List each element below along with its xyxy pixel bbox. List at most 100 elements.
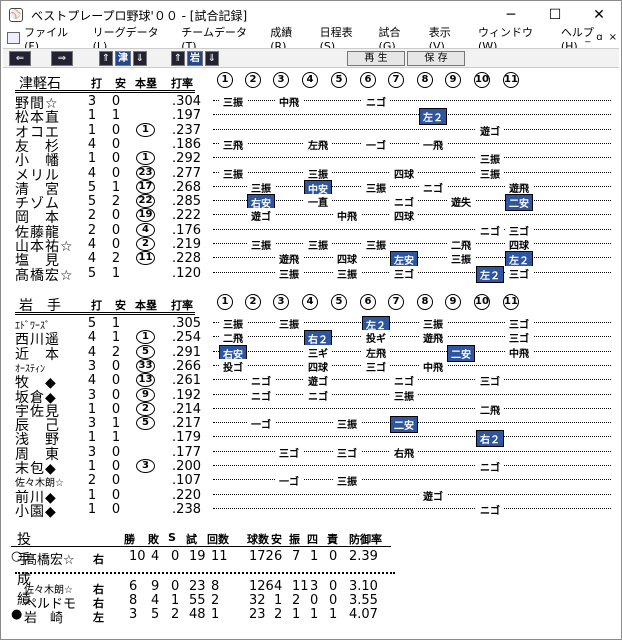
team2-tab[interactable]: 岩 — [187, 51, 203, 66]
at-bat-result[interactable]: 三振 — [419, 316, 447, 331]
pitcher-row[interactable]: ○ 髙橋宏☆ 右 10 4 0 19 11 172 6 7 1 0 2.39 — [11, 549, 611, 568]
at-bat-result[interactable]: 三振 — [219, 94, 247, 109]
batter-row[interactable]: 野間☆ 3 0.304 三振 中飛 ニゴ — [11, 94, 611, 112]
batter-row[interactable]: 西川遥 4 1 1.254 二飛 右２ 投ギ 遊飛 三ゴ — [11, 330, 611, 348]
at-bat-result[interactable]: 左飛 — [304, 136, 332, 152]
at-bat-result[interactable]: ニゴ — [476, 501, 504, 517]
at-bat-result[interactable]: 一直 — [304, 194, 332, 210]
at-bat-result[interactable]: 中飛 — [505, 344, 533, 360]
at-bat-result[interactable]: 右飛 — [390, 444, 418, 460]
at-bat-result[interactable]: 遊飛 — [505, 179, 533, 195]
at-bat-result[interactable]: 遊飛 — [419, 330, 447, 346]
at-bat-result[interactable]: 三ゴ — [275, 444, 303, 460]
at-bat-result[interactable]: 二飛 — [219, 330, 247, 346]
at-bat-result[interactable]: 三振 — [447, 251, 475, 267]
at-bat-result[interactable]: 四球 — [304, 358, 332, 374]
at-bat-result[interactable]: ニゴ — [390, 373, 418, 389]
batter-row[interactable]: メリル 4 0 23.277 三振 三振 四球 三振 — [11, 165, 611, 184]
at-bat-result[interactable]: ニゴ — [419, 179, 447, 195]
at-bat-result[interactable]: 三ゴ — [476, 373, 504, 389]
batter-row[interactable]: 牧 ◆ 4 0 13.261 ニゴ 遊ゴ ニゴ 三ゴ — [11, 373, 611, 391]
at-bat-result[interactable]: 中飛 — [275, 94, 303, 109]
mdi-close-button[interactable]: × — [609, 29, 617, 47]
at-bat-result[interactable]: 三ゴ — [505, 222, 533, 238]
team1-tab[interactable]: 津 — [115, 51, 131, 66]
at-bat-result[interactable]: 三振 — [275, 265, 303, 281]
at-bat-result[interactable]: 三振 — [275, 316, 303, 331]
at-bat-result[interactable]: 三ゴ — [505, 265, 533, 281]
batter-row[interactable]: 佐藤龍 2 0 4.176 ニゴ 三ゴ — [11, 222, 611, 241]
at-bat-result[interactable]: ニゴ — [476, 459, 504, 474]
at-bat-result[interactable]: 三振 — [333, 416, 361, 432]
batter-row[interactable]: チゾム 5 2 22.285 右安 一直 ニゴ 遊失 二安 — [11, 194, 611, 212]
batter-row[interactable]: 辰 己 3 1 5.217 一ゴ 三振 二安 — [11, 416, 611, 434]
at-bat-result[interactable]: 三ギ — [304, 344, 332, 360]
at-bat-result[interactable]: 三振 — [219, 316, 247, 331]
at-bat-result[interactable]: 二飛 — [476, 401, 504, 417]
at-bat-result[interactable]: ニゴ — [247, 373, 275, 389]
batter-row[interactable]: 近 本 4 2 5.291 右安 三ギ 左飛 二安 中飛 — [11, 344, 611, 363]
mdi-restore-button[interactable]: ɑ — [596, 29, 602, 47]
at-bat-result[interactable]: 三振 — [476, 151, 504, 167]
at-bat-result[interactable]: 三振 — [362, 237, 390, 252]
team2-down-button[interactable]: ⇓ — [205, 51, 219, 66]
at-bat-result[interactable]: 三振 — [362, 179, 390, 195]
play-button[interactable]: 再 生 — [347, 51, 405, 66]
pitcher-row[interactable]: ● 岩 崎左 3 5 2 48 1 23 2 1 1 1 4.07 — [11, 607, 611, 626]
batter-row[interactable]: オコエ 1 0 1.237 遊ゴ — [11, 122, 611, 141]
at-bat-result[interactable]: ニゴ — [247, 387, 275, 403]
batter-row[interactable]: 浅 野 1 1.179 右２ — [11, 430, 611, 448]
at-bat-result[interactable]: 中飛 — [419, 358, 447, 374]
at-bat-result[interactable]: 遊ゴ — [304, 373, 332, 389]
at-bat-result[interactable]: 四球 — [390, 208, 418, 224]
batter-row[interactable]: 小園◆ 1 0 .238 ニゴ — [11, 501, 611, 520]
batter-row[interactable]: 髙橋宏☆ 5 1.120 三振 三振 三ゴ 左２ 三ゴ — [11, 265, 611, 284]
batter-row[interactable]: ｵｰｽﾃｨﾝ 3 0 33.266 投ゴ 四球 三ゴ 中飛 — [11, 358, 611, 375]
at-bat-result[interactable]: ニゴ — [390, 194, 418, 210]
at-bat-result[interactable]: 一ゴ — [275, 473, 303, 489]
at-bat-result[interactable]: 四球 — [333, 251, 361, 267]
batter-row[interactable]: 清 宮 5 1 17.268 三振 中安 三振 ニゴ 遊飛 — [11, 179, 611, 198]
at-bat-result[interactable]: 四球 — [505, 237, 533, 252]
team2-up-button[interactable]: ⇑ — [171, 51, 185, 66]
document-icon[interactable] — [7, 32, 21, 44]
batter-row[interactable]: 山本祐☆ 4 0 2.219 三振 三振 三振 二飛 四球 — [11, 237, 611, 255]
batter-row[interactable]: 小 幡 1 0 1.292 三振 — [11, 151, 611, 169]
at-bat-result[interactable]: 三飛 — [219, 136, 247, 152]
at-bat-result[interactable]: 一ゴ — [247, 416, 275, 432]
at-bat-result[interactable]: 投ギ — [362, 330, 390, 346]
at-bat-result[interactable]: 四球 — [390, 165, 418, 181]
team1-down-button[interactable]: ⇓ — [133, 51, 147, 66]
at-bat-result[interactable]: 左飛 — [362, 344, 390, 360]
at-bat-result[interactable]: ニゴ — [304, 387, 332, 403]
at-bat-result[interactable]: 三振 — [304, 237, 332, 252]
save-button[interactable]: 保 存 — [407, 51, 465, 66]
batter-row[interactable]: 松本直 1 1.197 左２ — [11, 108, 611, 126]
at-bat-result[interactable]: 二飛 — [447, 237, 475, 252]
at-bat-result[interactable]: 三振 — [247, 179, 275, 195]
batter-row[interactable]: 前川◆ 1 0.220 遊ゴ — [11, 487, 611, 506]
mdi-minimize-button[interactable]: _ — [585, 29, 590, 47]
at-bat-result[interactable]: 三振 — [219, 165, 247, 181]
at-bat-result[interactable]: 投ゴ — [219, 358, 247, 374]
at-bat-result[interactable]: 一ゴ — [362, 136, 390, 152]
batter-row[interactable]: 塩 見 4 2 11.228 遊飛 四球 左安 三振 左２ — [11, 251, 611, 269]
at-bat-result[interactable]: 遊ゴ — [419, 487, 447, 503]
batter-row[interactable]: 末包◆ 1 0 3.200 ニゴ — [11, 459, 611, 477]
team1-up-button[interactable]: ⇑ — [99, 51, 113, 66]
at-bat-result[interactable]: 一飛 — [419, 136, 447, 152]
at-bat-result[interactable]: 中飛 — [333, 208, 361, 224]
at-bat-result[interactable]: ニゴ — [476, 222, 504, 238]
at-bat-result[interactable]: 三振 — [247, 237, 275, 252]
at-bat-result[interactable]: 三ゴ — [390, 265, 418, 281]
prev-game-button[interactable]: ⇐ — [9, 51, 31, 66]
at-bat-result[interactable]: 三ゴ — [505, 330, 533, 346]
at-bat-result[interactable]: 三振 — [333, 473, 361, 489]
at-bat-result[interactable]: 遊ゴ — [247, 208, 275, 224]
batter-row[interactable]: ｴﾄﾞﾜｰｽﾞ 5 1.305 三振 三振 左２ 三振 三ゴ — [11, 316, 611, 333]
batter-row[interactable]: 周 東 3 0.177 三ゴ 三ゴ 右飛 — [11, 444, 611, 463]
batter-row[interactable]: 岡 本 2 0 19.222 遊ゴ 中飛 四球 — [11, 208, 611, 226]
at-bat-result[interactable]: 遊飛 — [275, 251, 303, 267]
at-bat-result[interactable]: 三振 — [476, 165, 504, 181]
at-bat-result[interactable]: ニゴ — [362, 94, 390, 109]
